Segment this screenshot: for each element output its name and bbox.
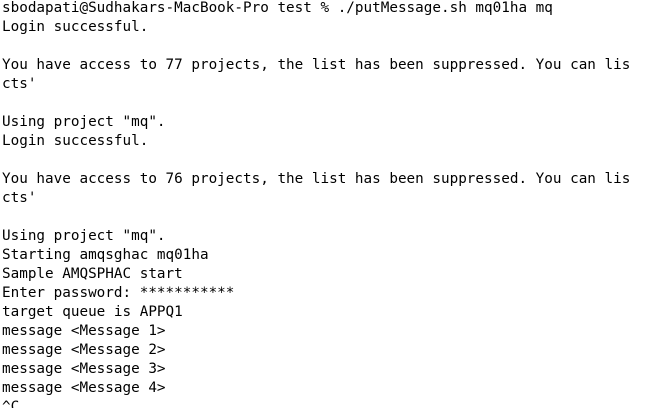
terminal-line: cts' (2, 76, 37, 92)
terminal-line: Login successful. (2, 19, 149, 35)
terminal-line: Login successful. (2, 133, 149, 149)
terminal-line-message: message <Message 3> (2, 361, 166, 377)
terminal-line: target queue is APPQ1 (2, 304, 183, 320)
terminal-line-message: message <Message 1> (2, 323, 166, 339)
terminal-line-command: sbodapati@Sudhakars-MacBook-Pro test % .… (2, 0, 553, 16)
terminal-line-message: message <Message 2> (2, 342, 166, 358)
terminal-line: Starting amqsghac mq01ha (2, 247, 209, 263)
terminal-line: You have access to 76 projects, the list… (2, 171, 631, 187)
terminal-line: Using project "mq". (2, 114, 166, 130)
terminal-line-message: message <Message 4> (2, 380, 166, 396)
terminal-line: You have access to 77 projects, the list… (2, 57, 631, 73)
terminal-line: Sample AMQSPHAC start (2, 266, 183, 282)
terminal-line: cts' (2, 190, 37, 206)
terminal-output: sbodapati@Sudhakars-MacBook-Pro test % .… (2, 0, 654, 408)
terminal-line-interrupt: ^C (2, 399, 20, 408)
terminal-window[interactable]: sbodapati@Sudhakars-MacBook-Pro test % .… (0, 0, 654, 408)
terminal-line-password: Enter password: *********** (2, 285, 235, 301)
terminal-line: Using project "mq". (2, 228, 166, 244)
